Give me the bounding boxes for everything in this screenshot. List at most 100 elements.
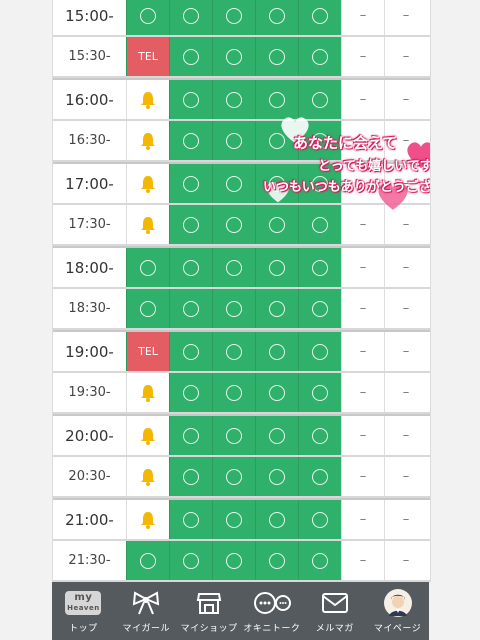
tab-top[interactable]: my Heaven トップ: [52, 582, 115, 640]
available-slot[interactable]: [169, 80, 212, 119]
available-slot[interactable]: [212, 205, 255, 244]
request-slot[interactable]: [126, 164, 169, 203]
available-slot[interactable]: [255, 500, 298, 539]
tab-mail-magazine[interactable]: メルマガ: [303, 582, 366, 640]
dash-label: –: [359, 92, 367, 107]
unavailable-slot: –: [341, 248, 384, 287]
unavailable-slot: –: [384, 500, 427, 539]
available-slot[interactable]: [212, 248, 255, 287]
available-slot[interactable]: [298, 541, 341, 580]
unavailable-slot: –: [384, 541, 427, 580]
available-slot[interactable]: [212, 373, 255, 412]
unavailable-slot: –: [341, 416, 384, 455]
mail-icon: [321, 589, 349, 617]
available-slot[interactable]: [169, 457, 212, 496]
time-label: 16:00-: [53, 80, 126, 119]
available-slot[interactable]: [212, 37, 255, 76]
circle-icon: [269, 552, 285, 569]
available-slot[interactable]: [298, 457, 341, 496]
available-slot[interactable]: [169, 289, 212, 328]
request-slot[interactable]: [126, 500, 169, 539]
available-slot[interactable]: [255, 541, 298, 580]
schedule-row: 19:30- – –: [53, 373, 430, 414]
available-slot[interactable]: [298, 500, 341, 539]
available-slot[interactable]: [212, 500, 255, 539]
tab-my-page[interactable]: マイページ: [366, 582, 429, 640]
circle-icon: [183, 300, 199, 317]
available-slot[interactable]: [212, 457, 255, 496]
available-slot[interactable]: [255, 289, 298, 328]
time-label: 16:30-: [53, 121, 126, 160]
available-slot[interactable]: [212, 0, 255, 35]
tab-label: マイページ: [373, 624, 422, 634]
circle-icon: [183, 132, 199, 149]
available-slot[interactable]: [255, 457, 298, 496]
schedule-row: 20:00- – –: [53, 414, 430, 457]
available-slot[interactable]: [126, 541, 169, 580]
tab-label: マイガール: [122, 624, 170, 634]
available-slot[interactable]: [212, 164, 255, 203]
circle-icon: [269, 427, 285, 444]
schedule-row: 21:00- – –: [53, 498, 430, 541]
request-slot[interactable]: [126, 457, 169, 496]
available-slot[interactable]: [169, 121, 212, 160]
available-slot[interactable]: [169, 500, 212, 539]
available-slot[interactable]: [169, 373, 212, 412]
available-slot[interactable]: [212, 289, 255, 328]
available-slot[interactable]: [212, 332, 255, 371]
available-slot[interactable]: [298, 289, 341, 328]
request-slot[interactable]: [126, 121, 169, 160]
tab-my-shop[interactable]: マイショップ: [178, 582, 241, 640]
available-slot[interactable]: [212, 541, 255, 580]
available-slot[interactable]: [255, 248, 298, 287]
time-label: 20:30-: [53, 457, 126, 496]
unavailable-slot: –: [384, 37, 427, 76]
available-slot[interactable]: [212, 416, 255, 455]
available-slot[interactable]: [255, 332, 298, 371]
tab-my-girl[interactable]: マイガール: [115, 582, 178, 640]
request-slot[interactable]: [126, 205, 169, 244]
circle-icon: [312, 259, 328, 276]
available-slot[interactable]: [298, 416, 341, 455]
available-slot[interactable]: [255, 37, 298, 76]
dash-label: –: [359, 217, 367, 232]
available-slot[interactable]: [126, 248, 169, 287]
request-slot[interactable]: [126, 80, 169, 119]
dash-label: –: [359, 553, 367, 568]
schedule-row: 15:30- TEL – –: [53, 37, 430, 78]
available-slot[interactable]: [298, 0, 341, 35]
available-slot[interactable]: [169, 205, 212, 244]
available-slot[interactable]: [212, 121, 255, 160]
available-slot[interactable]: [126, 0, 169, 35]
available-slot[interactable]: [255, 373, 298, 412]
request-slot[interactable]: [126, 416, 169, 455]
available-slot[interactable]: [169, 416, 212, 455]
available-slot[interactable]: [298, 248, 341, 287]
available-slot[interactable]: [169, 0, 212, 35]
available-slot[interactable]: [169, 248, 212, 287]
available-slot[interactable]: [169, 37, 212, 76]
available-slot[interactable]: [212, 80, 255, 119]
available-slot[interactable]: [169, 164, 212, 203]
tel-slot[interactable]: TEL: [126, 332, 169, 371]
tab-okini-talk[interactable]: オキニトーク: [240, 582, 303, 640]
available-slot[interactable]: [298, 332, 341, 371]
circle-icon: [183, 48, 199, 65]
available-slot[interactable]: [255, 416, 298, 455]
dash-label: –: [359, 301, 367, 316]
unavailable-slot: –: [384, 332, 427, 371]
schedule-row: 18:00- – –: [53, 246, 430, 289]
available-slot[interactable]: [298, 373, 341, 412]
available-slot[interactable]: [126, 289, 169, 328]
circle-icon: [312, 48, 328, 65]
tel-slot[interactable]: TEL: [126, 37, 169, 76]
circle-icon: [183, 259, 199, 276]
available-slot[interactable]: [255, 0, 298, 35]
dash-label: –: [402, 553, 410, 568]
circle-icon: [183, 343, 199, 360]
available-slot[interactable]: [298, 37, 341, 76]
available-slot[interactable]: [169, 332, 212, 371]
tab-label: トップ: [69, 624, 98, 634]
request-slot[interactable]: [126, 373, 169, 412]
available-slot[interactable]: [169, 541, 212, 580]
